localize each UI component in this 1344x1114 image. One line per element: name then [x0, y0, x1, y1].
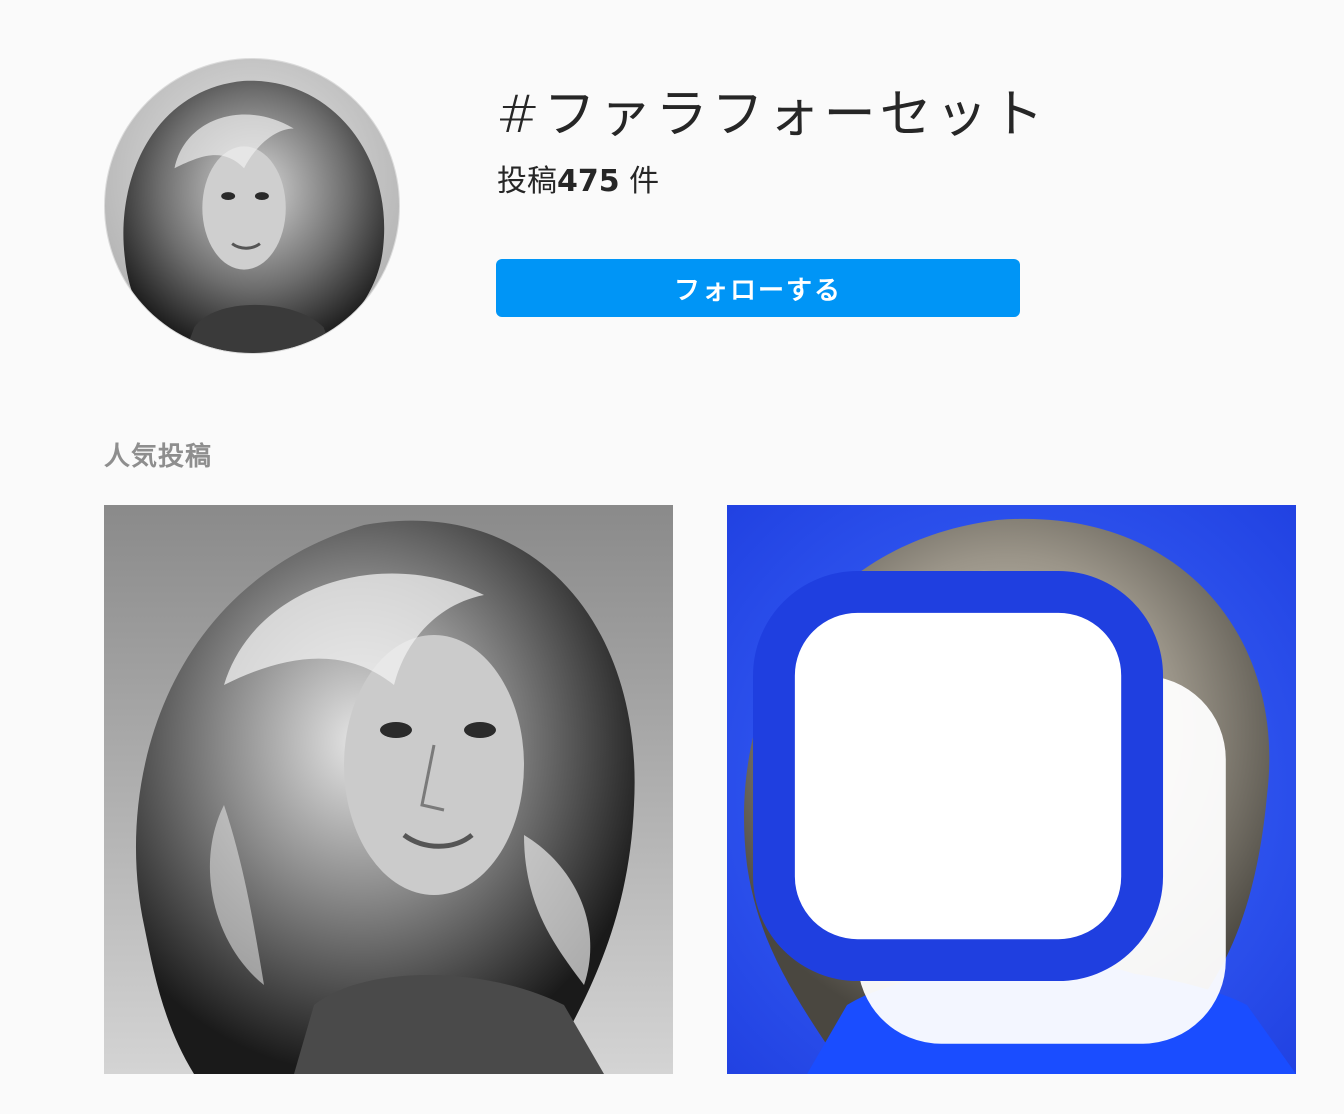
avatar-photo: [105, 59, 399, 353]
post-count: 投稿475 件: [497, 162, 659, 202]
top-post-1[interactable]: [104, 505, 673, 1074]
hashtag-page: #ファラフォーセット 投稿475 件 フォローする 人気投稿: [0, 0, 1344, 1114]
hashtag-avatar: [104, 58, 400, 354]
top-post-2[interactable]: [727, 505, 1296, 1074]
post-count-suffix: 件: [619, 164, 660, 199]
follow-button[interactable]: フォローする: [496, 259, 1020, 317]
hashtag-title: #ファラフォーセット: [496, 85, 1048, 145]
post-count-number: 475: [557, 164, 620, 199]
post-1-photo: [104, 505, 673, 1074]
carousel-icon: [753, 571, 1226, 1044]
post-count-prefix: 投稿: [497, 164, 557, 199]
top-posts-label: 人気投稿: [104, 442, 213, 472]
